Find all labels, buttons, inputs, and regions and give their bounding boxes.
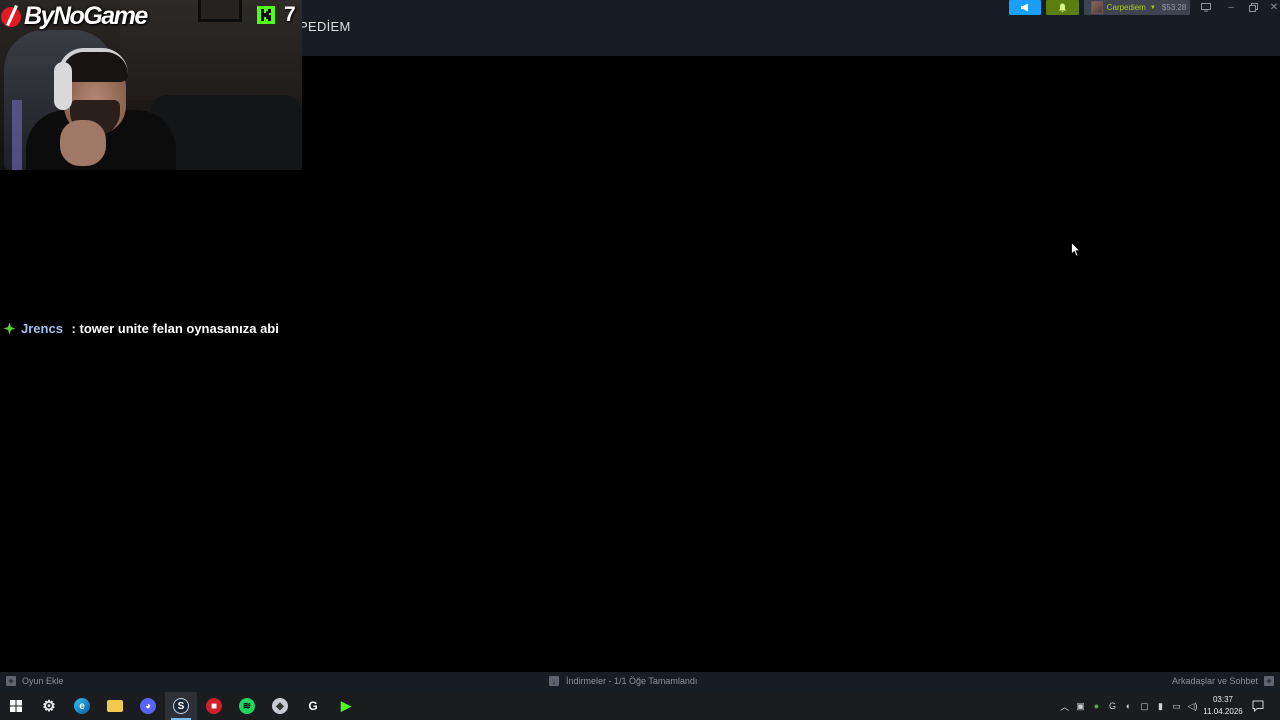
downloads-button[interactable]: ↓ İndirmeler - 1/1 Öğe Tamamlandı <box>549 676 697 686</box>
add-game-label: Oyun Ekle <box>22 676 64 686</box>
cam-headphone <box>54 62 72 110</box>
system-tray: ︿ ▣ ● G ◐ ▢ ▮ ▭ ◁) <box>1058 692 1199 720</box>
taskbar-clock[interactable]: 03:37 11.04.2026 <box>1200 694 1246 718</box>
download-icon: ↓ <box>549 676 559 686</box>
monitor-icon <box>1201 2 1211 11</box>
plus-icon: + <box>6 676 16 686</box>
maximize-button[interactable] <box>1244 0 1262 14</box>
screen: PEDİEM Carpediem ▼ $53.28 – ✕ ByNoGame 7… <box>0 0 1280 720</box>
edge-icon: e <box>74 698 90 714</box>
taskbar-steam[interactable]: S <box>165 692 197 720</box>
gear-icon: ⚙ <box>42 698 56 715</box>
g-hub-icon: G <box>308 699 318 713</box>
friends-chat-label: Arkadaşlar ve Sohbet <box>1171 676 1258 686</box>
channel-logo: ByNoGame <box>0 0 148 32</box>
mouse-app-icon: ◆ <box>272 698 288 714</box>
chat-text: tower unite felan oynasanıza abi <box>79 321 279 336</box>
minimize-button[interactable]: – <box>1222 0 1240 14</box>
taskbar-discord[interactable]: ◕ <box>132 692 164 720</box>
mouse-pointer-icon <box>1071 242 1081 257</box>
minimize-icon: – <box>1228 1 1234 13</box>
taskbar-app-kick[interactable]: ▶ <box>330 692 362 720</box>
username-label: Carpediem <box>1106 3 1146 12</box>
tray-app-icon[interactable]: ▣ <box>1074 700 1087 713</box>
maximize-icon <box>1248 2 1258 12</box>
kick-logo-icon <box>257 6 275 24</box>
logo-mark-icon <box>1 5 21 27</box>
notification-center-button[interactable] <box>1250 698 1266 714</box>
logo-text: ByNoGame <box>24 1 148 30</box>
volume-icon[interactable]: ◁) <box>1186 700 1199 713</box>
close-button[interactable]: ✕ <box>1265 0 1280 14</box>
discord-icon: ◕ <box>140 698 156 714</box>
steam-page-title: PEDİEM <box>299 19 351 34</box>
cam-picture-frame <box>198 0 242 22</box>
wallet-balance: $53.28 <box>1161 3 1187 12</box>
cam-streamer-hand <box>60 120 106 166</box>
taskbar-app-red[interactable]: ■ <box>198 692 230 720</box>
friends-icon: + <box>1264 676 1274 686</box>
taskbar-file-explorer[interactable] <box>99 692 131 720</box>
megaphone-icon <box>1020 3 1028 12</box>
spotify-icon: ≋ <box>239 698 255 714</box>
taskbar-app-g[interactable]: G <box>297 692 329 720</box>
chat-message: Jrencs : tower unite felan oynasanıza ab… <box>3 321 279 336</box>
downloads-label: İndirmeler - 1/1 Öğe Tamamlandı <box>566 676 698 686</box>
clock-time: 03:37 <box>1212 695 1234 704</box>
close-icon: ✕ <box>1269 1 1279 13</box>
add-game-button[interactable]: + Oyun Ekle <box>6 676 64 686</box>
chat-username: Jrencs <box>21 321 63 336</box>
big-picture-button[interactable] <box>1197 0 1215 14</box>
tray-green-icon[interactable]: ● <box>1090 700 1103 713</box>
chevron-up-icon[interactable]: ︿ <box>1058 700 1071 713</box>
tray-steam-icon[interactable]: ◐ <box>1122 700 1135 713</box>
user-menu-button[interactable]: Carpediem ▼ $53.28 <box>1084 0 1190 15</box>
clock-date: 11.04.2026 <box>1203 707 1243 716</box>
tray-g-icon[interactable]: G <box>1106 700 1119 713</box>
microphone-icon[interactable]: ▮ <box>1154 700 1167 713</box>
notification-center-icon <box>1252 700 1264 712</box>
folder-icon <box>107 700 123 712</box>
viewer-count-badge: 7 <box>256 3 296 27</box>
friends-chat-button[interactable]: Arkadaşlar ve Sohbet + <box>1172 676 1274 686</box>
windows-logo-icon <box>10 700 22 712</box>
taskbar-app-logitech[interactable]: ◆ <box>264 692 296 720</box>
steam-bottom-bar: + Oyun Ekle ↓ İndirmeler - 1/1 Öğe Tamam… <box>0 672 1280 692</box>
network-icon[interactable]: ▭ <box>1170 700 1183 713</box>
red-app-icon: ■ <box>206 698 222 714</box>
chevron-down-icon: ▼ <box>1149 4 1156 11</box>
chat-separator: : <box>67 321 80 336</box>
announcements-button[interactable] <box>1009 0 1041 15</box>
tray-device-icon[interactable]: ▢ <box>1138 700 1151 713</box>
bell-icon <box>1059 3 1066 12</box>
start-button[interactable] <box>0 692 32 720</box>
viewer-count: 7 <box>284 3 296 26</box>
taskbar-spotify[interactable]: ≋ <box>231 692 263 720</box>
taskbar-edge[interactable]: e <box>66 692 98 720</box>
windows-taskbar: ⚙ e ◕ S ■ ≋ ◆ G ▶ ︿ ▣ ● G ◐ ▢ ▮ ▭ ◁) 03:… <box>0 692 1280 720</box>
kick-app-icon: ▶ <box>341 698 351 713</box>
steam-icon: S <box>173 698 189 714</box>
green-star-badge-icon <box>3 322 16 335</box>
avatar <box>1090 1 1103 14</box>
notifications-button[interactable] <box>1046 0 1079 15</box>
taskbar-settings[interactable]: ⚙ <box>33 692 65 720</box>
